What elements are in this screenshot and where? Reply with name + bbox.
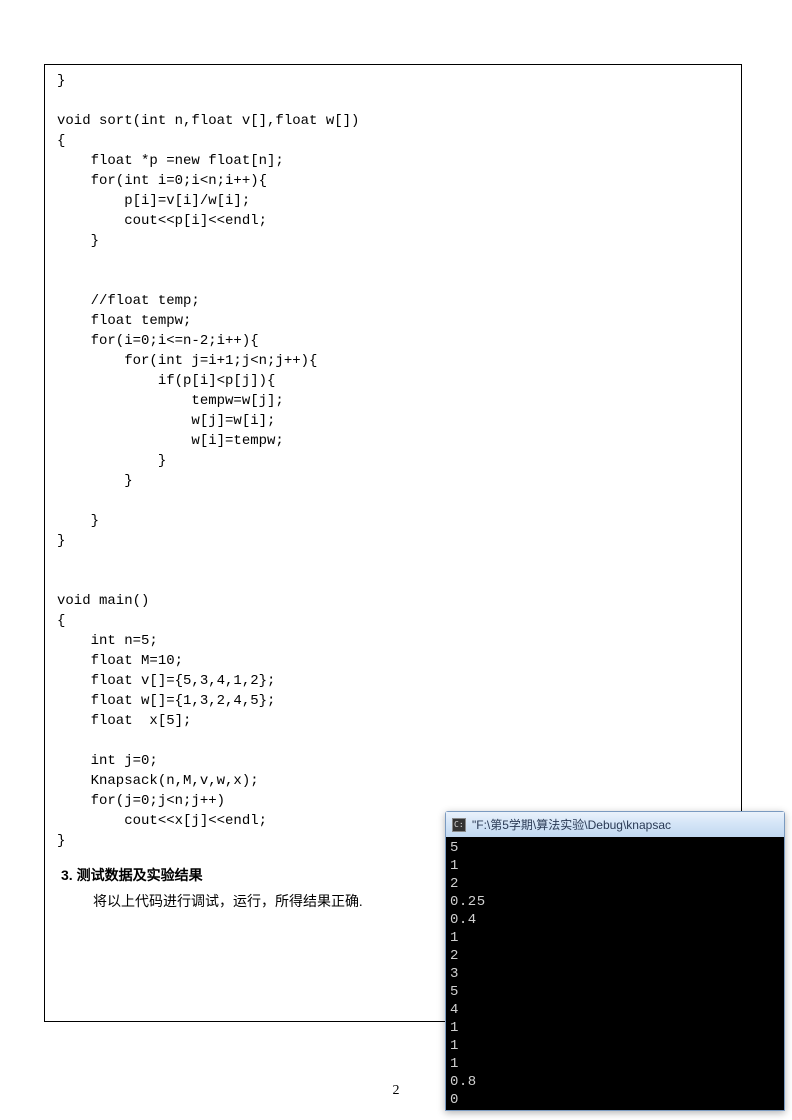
console-output: 5 1 2 0.25 0.4 1 2 3 5 4 1 1 1 0.8 0 Pre… <box>445 837 785 1111</box>
code-block: } void sort(int n,float v[],float w[]) {… <box>45 65 741 857</box>
console-titlebar[interactable]: "F:\第5学期\算法实验\Debug\knapsac <box>445 811 785 837</box>
console-title: "F:\第5学期\算法实验\Debug\knapsac <box>472 816 671 833</box>
console-window: "F:\第5学期\算法实验\Debug\knapsac 5 1 2 0.25 0… <box>445 811 785 1111</box>
console-app-icon <box>452 818 466 832</box>
